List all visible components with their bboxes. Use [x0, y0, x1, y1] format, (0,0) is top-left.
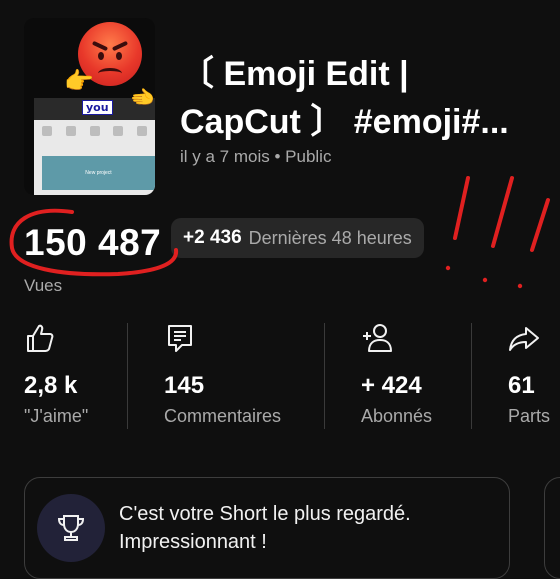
pointing-hand-icon: 👉: [64, 68, 94, 95]
video-thumbnail[interactable]: you New project 👉 🫲: [24, 18, 155, 195]
video-meta: il y a 7 mois • Public: [180, 147, 332, 166]
top-short-message: C'est votre Short le plus regardé. Impre…: [119, 503, 411, 553]
metric-divider: [127, 323, 128, 429]
metric-comments[interactable]: 145 Commentaires: [164, 322, 281, 426]
metric-divider: [324, 323, 325, 429]
recent-views-period: Dernières 48 heures: [248, 227, 412, 248]
video-title[interactable]: 〔 Emoji Edit | CapCut 〕 #emoji#...: [180, 50, 550, 146]
thumbnail-new-project: New project: [42, 156, 155, 190]
recent-views-chip[interactable]: +2 436 Dernières 48 heures: [171, 218, 424, 258]
subscribers-value: + 424: [361, 372, 422, 399]
metric-subscribers[interactable]: + 424 Abonnés: [361, 322, 432, 426]
metric-shares[interactable]: 61 Parts: [508, 322, 550, 426]
red-stroke-2: [491, 176, 514, 248]
metric-likes[interactable]: 2,8 k "J'aime": [24, 322, 88, 426]
comments-value: 145: [164, 372, 205, 399]
top-short-card[interactable]: C'est votre Short le plus regardé. Impre…: [24, 477, 510, 579]
shares-value: 61: [508, 372, 535, 399]
comments-label: Commentaires: [164, 406, 282, 426]
likes-label: "J'aime": [24, 406, 89, 426]
views-count: 150 487: [24, 222, 162, 263]
trophy-icon: [57, 515, 85, 541]
subscribers-label: Abonnés: [361, 406, 433, 426]
likes-value: 2,8 k: [24, 372, 78, 399]
red-dot-3: [517, 283, 523, 289]
thumb-up-icon: [27, 324, 54, 352]
views-label: Vues: [24, 276, 63, 295]
thumbnail-screenshot: you New project: [34, 98, 155, 195]
hand-gesture-icon: 🫲: [130, 87, 155, 109]
comment-icon: [168, 325, 192, 352]
red-dot-1: [445, 265, 451, 271]
shares-label: Parts: [508, 406, 551, 426]
recent-views-delta: +2 436: [183, 227, 242, 248]
next-card-peek[interactable]: [544, 477, 560, 579]
share-icon: [509, 327, 539, 351]
thumbnail-badge: you: [82, 100, 113, 115]
red-stroke-3: [530, 198, 550, 252]
red-stroke-1: [453, 176, 470, 240]
add-person-icon: [363, 324, 392, 352]
red-dot-2: [482, 277, 488, 283]
metric-divider: [471, 323, 472, 429]
trophy-badge: [37, 494, 105, 562]
